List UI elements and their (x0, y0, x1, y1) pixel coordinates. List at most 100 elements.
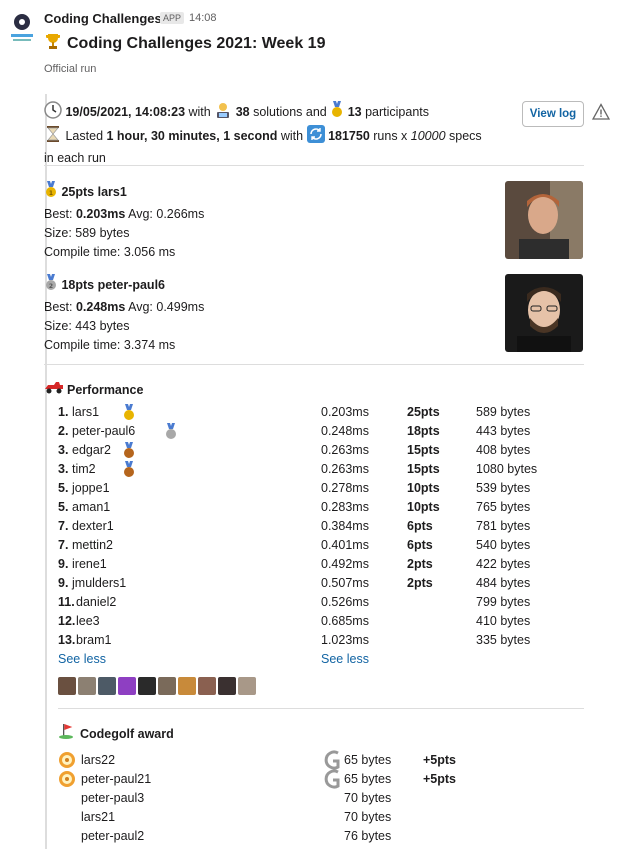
code-size: 410 bytes (476, 614, 531, 628)
see-less-link[interactable]: See less (58, 650, 106, 669)
code-size: 335 bytes (476, 633, 531, 647)
summary-line-2: Lasted 1 hour, 30 minutes, 1 second with… (44, 125, 514, 149)
table-row: 3. edgar2 0.263ms 15pts 408 bytes (58, 441, 588, 460)
code-size: 65 bytes (344, 772, 392, 786)
winner-card-1: 1 25pts lars1 Best: 0.203ms Avg: 0.266ms… (44, 181, 204, 262)
code-size: 70 bytes (344, 810, 392, 824)
table-row: 5. aman1 0.283ms 10pts 765 bytes (58, 498, 588, 517)
avatar[interactable] (138, 677, 156, 695)
warning-icon[interactable] (591, 103, 611, 121)
points: 18pts (407, 424, 440, 438)
avg-value: Avg: 0.266ms (125, 207, 205, 221)
best-value: 0.248ms (75, 300, 126, 314)
best-time: 0.507ms (321, 576, 369, 590)
with-text-2: with (277, 129, 307, 143)
performance-heading-text: Performance (67, 382, 144, 397)
rank: 13. (58, 633, 76, 647)
divider (44, 165, 584, 166)
with-text: with (185, 105, 215, 119)
summary-line-1: 19/05/2021, 14:08:23 with 38 solutions a… (44, 101, 514, 125)
winner-title-2: 2 18pts peter-paul6 (44, 274, 204, 298)
rank: 1. (58, 405, 69, 419)
avatar[interactable] (98, 677, 116, 695)
silver-medal-icon: 2 (44, 274, 58, 298)
participant-name: jmulders1 (72, 576, 127, 590)
rank: 5. (58, 500, 69, 514)
repeat-icon (306, 125, 325, 149)
table-row: peter-paul2 76 bytes (58, 827, 588, 846)
code-size: 765 bytes (476, 500, 531, 514)
technologist-icon (214, 101, 232, 125)
avg-value: Avg: 0.499ms (125, 300, 205, 314)
rank: 3. (58, 462, 69, 476)
rank: 2. (58, 424, 69, 438)
code-size: 1080 bytes (476, 462, 538, 476)
avatar[interactable] (58, 677, 76, 695)
winner-photo-1[interactable] (505, 181, 583, 259)
participant-name: edgar2 (72, 443, 111, 457)
run-summary: 19/05/2021, 14:08:23 with 38 solutions a… (44, 101, 514, 168)
participants-label: participants (361, 105, 430, 119)
winner-title-1: 1 25pts lars1 (44, 181, 204, 205)
points: +5pts (423, 753, 457, 767)
message-timestamp[interactable]: 14:08 (189, 12, 217, 24)
solutions-label: solutions and (249, 105, 331, 119)
participant-name: aman1 (72, 500, 111, 514)
runs-x-label: runs x (369, 129, 411, 143)
avatar[interactable] (198, 677, 216, 695)
table-row: 2. peter-paul6 0.248ms 18pts 443 bytes (58, 422, 588, 441)
clock-icon (44, 101, 62, 125)
best-label: Best: (44, 207, 76, 221)
table-row: 3. tim2 0.263ms 15pts 1080 bytes (58, 460, 588, 479)
code-size: 589 bytes (476, 405, 531, 419)
best-time: 0.263ms (321, 462, 369, 476)
participant-name: peter-paul21 (81, 772, 152, 786)
best-time: 0.492ms (321, 557, 369, 571)
runs-count: 181750 (328, 129, 370, 143)
participants-count: 13 (347, 105, 362, 119)
winner-photo-2[interactable] (505, 274, 583, 352)
points: 10pts (407, 500, 440, 514)
table-row: peter-paul21 65 bytes +5pts (58, 769, 588, 789)
participant-name: lars1 (72, 405, 100, 419)
rank: 7. (58, 519, 69, 533)
code-size: 443 bytes (476, 424, 531, 438)
avatar[interactable] (218, 677, 236, 695)
app-name[interactable]: Coding Challenges (44, 11, 162, 26)
run-datetime: 19/05/2021, 14:08:23 (65, 105, 186, 119)
code-size: 799 bytes (476, 595, 531, 609)
codegolf-heading: Codegolf award (58, 723, 174, 745)
winner-compile-1: Compile time: 3.056 ms (44, 245, 176, 259)
see-less-link-2[interactable]: See less (321, 650, 369, 669)
points: 2pts (407, 576, 433, 590)
app-avatar[interactable] (8, 12, 36, 46)
code-size: 65 bytes (344, 753, 392, 767)
table-row: 9. irene1 0.492ms 2pts 422 bytes (58, 555, 588, 574)
winner-best-1: Best: 0.203ms Avg: 0.266ms (44, 205, 204, 224)
divider (58, 708, 584, 709)
code-size: 540 bytes (476, 538, 531, 552)
winner-card-2: 2 18pts peter-paul6 Best: 0.248ms Avg: 0… (44, 274, 204, 355)
avatar[interactable] (178, 677, 196, 695)
run-duration: 1 hour, 30 minutes, 1 second (106, 129, 278, 143)
best-time: 1.023ms (321, 633, 369, 647)
table-row: 13. bram1 1.023ms 335 bytes (58, 631, 588, 650)
avatar[interactable] (118, 677, 136, 695)
code-size: 781 bytes (476, 519, 531, 533)
medal-icon (330, 101, 344, 125)
table-row: 12. lee3 0.685ms 410 bytes (58, 612, 588, 631)
avatar[interactable] (238, 677, 256, 695)
avatar[interactable] (78, 677, 96, 695)
code-size: 408 bytes (476, 443, 531, 457)
performance-heading: Performance (44, 380, 143, 400)
table-row: peter-paul3 70 bytes (58, 789, 588, 808)
best-time: 0.526ms (321, 595, 369, 609)
best-time: 0.203ms (321, 405, 369, 419)
message-title: Coding Challenges 2021: Week 19 (44, 32, 325, 55)
winner-compile-2: Compile time: 3.374 ms (44, 338, 176, 352)
app-badge: APP (160, 12, 185, 24)
winner-size-2: Size: 443 bytes (44, 319, 130, 333)
points: 2pts (407, 557, 433, 571)
view-log-button[interactable]: View log (522, 101, 584, 127)
avatar[interactable] (158, 677, 176, 695)
